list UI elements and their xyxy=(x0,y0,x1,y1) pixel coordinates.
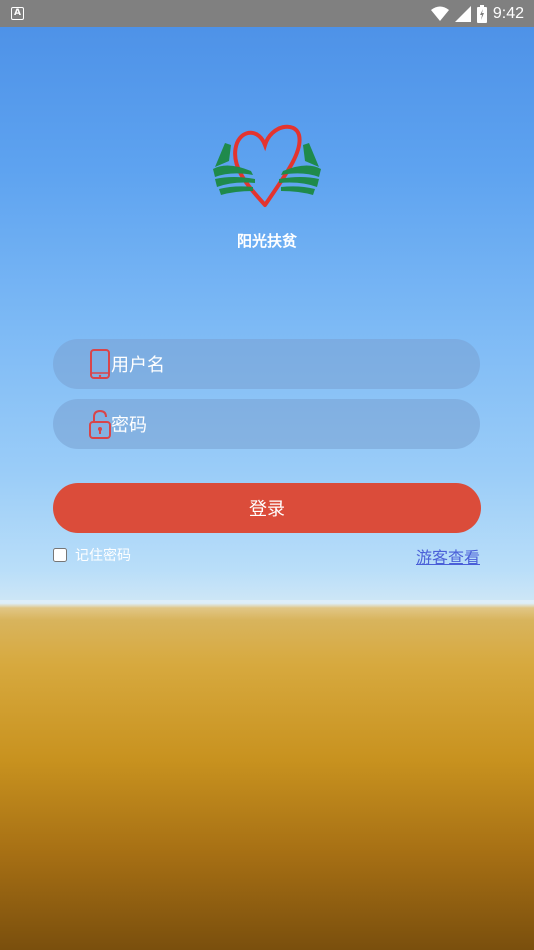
horizon-glow xyxy=(0,600,534,620)
username-input[interactable] xyxy=(109,339,473,391)
remember-label: 记住密码 xyxy=(75,548,131,564)
status-time: 9:42 xyxy=(492,5,524,22)
status-bar: A 9:42 xyxy=(0,0,534,27)
remember-password[interactable]: 记住密码 xyxy=(53,545,131,565)
app-title: 阳光扶贫 xyxy=(236,232,297,250)
battery-icon xyxy=(476,5,487,23)
login-button[interactable]: 登录 xyxy=(53,483,481,533)
password-field[interactable] xyxy=(53,399,480,451)
signal-icon xyxy=(454,6,471,22)
notification-a-icon: A xyxy=(11,7,24,20)
password-input[interactable] xyxy=(109,399,473,451)
username-field[interactable] xyxy=(53,339,480,391)
guest-view-link[interactable]: 游客查看 xyxy=(416,544,480,568)
remember-checkbox[interactable] xyxy=(53,548,67,562)
status-icons: 9:42 xyxy=(430,3,524,25)
heart-hands-logo xyxy=(213,124,321,207)
wifi-icon xyxy=(430,6,449,21)
